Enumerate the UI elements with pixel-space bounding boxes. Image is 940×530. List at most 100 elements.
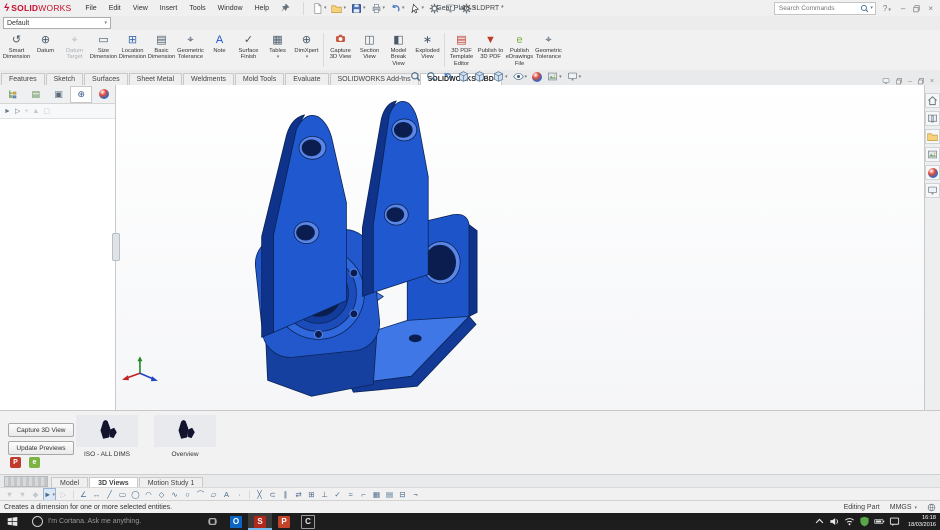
sketch-picture-tool[interactable]: ▤ bbox=[384, 489, 395, 500]
fillet-tool[interactable]: ⌒ bbox=[195, 489, 206, 500]
tab-weldments[interactable]: Weldments bbox=[183, 73, 234, 85]
help-button[interactable]: ?▾ bbox=[880, 4, 894, 13]
save-button[interactable]: ▾ bbox=[349, 2, 368, 15]
menu-tools[interactable]: Tools bbox=[183, 4, 211, 13]
filter-add-icon[interactable]: + bbox=[24, 108, 28, 115]
doc-maximize-button[interactable] bbox=[917, 77, 925, 85]
dimxpertmanager-tab[interactable]: ⊕ bbox=[70, 85, 93, 103]
doc-minimize-button[interactable]: – bbox=[908, 78, 912, 85]
search-icon[interactable] bbox=[860, 4, 869, 13]
featuremanager-tab[interactable] bbox=[2, 86, 24, 103]
previous-view-icon[interactable] bbox=[441, 71, 454, 82]
instant-2d-tool[interactable]: ⌐ bbox=[358, 489, 369, 500]
section-view-icon[interactable] bbox=[457, 71, 470, 82]
note-button[interactable]: A Note bbox=[205, 30, 234, 70]
lasso-select-tool[interactable]: ▷ bbox=[58, 489, 69, 500]
edit-appearance-icon[interactable] bbox=[531, 71, 543, 82]
zoom-to-area-icon[interactable] bbox=[425, 71, 438, 82]
cortana-search[interactable]: I'm Cortana. Ask me anything. bbox=[24, 513, 200, 530]
taskbar-outlook-icon[interactable]: O bbox=[224, 513, 248, 530]
task-view-button[interactable] bbox=[200, 513, 224, 530]
taskbar-clock[interactable]: 16:18 18/03/2016 bbox=[904, 515, 940, 529]
polygon-tool[interactable]: ◇ bbox=[156, 489, 167, 500]
datum-target-button[interactable]: ⌖ Datum Target bbox=[60, 30, 89, 70]
arc-tool[interactable]: ◠ bbox=[143, 489, 154, 500]
start-button[interactable] bbox=[0, 513, 24, 530]
size-dimension-button[interactable]: ▭ Size Dimension bbox=[89, 30, 118, 70]
filter-faces-tool[interactable]: ◆ bbox=[30, 489, 41, 500]
file-explorer-tab[interactable] bbox=[925, 129, 940, 144]
more-tools-button[interactable]: ¬ bbox=[410, 489, 421, 500]
model-break-view-button[interactable]: ◧ Model Break View bbox=[384, 30, 413, 70]
design-library-tab[interactable] bbox=[925, 111, 940, 126]
thumbnail-image[interactable] bbox=[154, 415, 216, 447]
antivirus-icon[interactable] bbox=[859, 516, 870, 527]
rectangle-tool[interactable]: ▭ bbox=[117, 489, 128, 500]
geometric-tolerance-button[interactable]: ⌖ Geometric Tolerance bbox=[176, 30, 205, 70]
location-dimension-button[interactable]: ⊞ Location Dimension bbox=[118, 30, 147, 70]
options-button[interactable]: ▾ bbox=[459, 2, 478, 15]
trim-entities-tool[interactable]: ╳ bbox=[254, 489, 265, 500]
tab-mold-tools[interactable]: Mold Tools bbox=[234, 73, 285, 85]
file-properties-button[interactable] bbox=[443, 2, 458, 15]
display-relations-tool[interactable]: ✓ bbox=[332, 489, 343, 500]
taskbar-powerpoint-icon[interactable]: P bbox=[272, 513, 296, 530]
move-entities-tool[interactable]: ⊥ bbox=[319, 489, 330, 500]
filter-flag-icon[interactable]: ▷ bbox=[15, 107, 20, 115]
expand-arrow-icon[interactable]: ▸ bbox=[400, 73, 406, 81]
open-button[interactable]: ▾ bbox=[329, 2, 348, 15]
view-thumbnail-overview[interactable]: Overview bbox=[154, 415, 216, 458]
volume-icon[interactable] bbox=[829, 516, 840, 527]
circle-tool[interactable]: ◯ bbox=[130, 489, 141, 500]
text-tool[interactable]: A bbox=[221, 489, 232, 500]
update-previews-button[interactable]: Update Previews bbox=[8, 441, 74, 455]
print-button[interactable]: ▾ bbox=[369, 2, 388, 15]
view-palette-tab[interactable] bbox=[925, 147, 940, 162]
gear-plate-3d-model[interactable] bbox=[116, 85, 924, 409]
zoom-to-fit-icon[interactable] bbox=[409, 71, 422, 82]
search-commands-box[interactable]: ▾ bbox=[773, 1, 876, 15]
tab-scroll-area[interactable] bbox=[4, 476, 48, 487]
capture-3d-view-button[interactable]: Capture 3D View bbox=[8, 423, 74, 437]
tab-evaluate[interactable]: Evaluate bbox=[285, 73, 329, 85]
doc-restore-icon[interactable] bbox=[895, 77, 903, 85]
battery-icon[interactable] bbox=[874, 516, 885, 527]
tab-sketch[interactable]: Sketch bbox=[45, 73, 84, 85]
configuration-dropdown[interactable]: Default ▾ bbox=[3, 17, 111, 29]
view-thumbnail-iso[interactable]: ISO - ALL DIMS bbox=[76, 415, 138, 458]
hide-show-items-icon[interactable]: ▾ bbox=[512, 71, 529, 82]
spline-tool[interactable]: ∿ bbox=[169, 489, 180, 500]
propertymanager-tab[interactable]: ▤ bbox=[25, 86, 47, 103]
menu-view[interactable]: View bbox=[127, 4, 154, 13]
shaded-contours-tool[interactable]: ▦ bbox=[371, 489, 382, 500]
capture-3d-view-button[interactable]: Capture 3D View bbox=[326, 30, 355, 70]
view-orientation-icon[interactable]: ▾ bbox=[473, 71, 490, 82]
publish-3d-pdf-icon[interactable]: P bbox=[10, 457, 21, 468]
doc-close-button[interactable]: × bbox=[930, 78, 934, 85]
menu-edit[interactable]: Edit bbox=[103, 4, 127, 13]
units-selector[interactable]: MMGS ▾ bbox=[890, 504, 917, 511]
undo-button[interactable]: ▾ bbox=[388, 2, 407, 15]
sketch-tool[interactable]: ∠ bbox=[78, 489, 89, 500]
basic-dimension-button[interactable]: ▤ Basic Dimension bbox=[147, 30, 176, 70]
select-button[interactable]: ▾ bbox=[408, 2, 427, 15]
taskbar-solidworks-icon[interactable]: S bbox=[248, 513, 272, 530]
doc-window-icon[interactable] bbox=[882, 77, 890, 85]
restore-button[interactable] bbox=[912, 4, 921, 13]
close-button[interactable]: × bbox=[925, 4, 936, 13]
grid-settings-tool[interactable]: ⊟ bbox=[397, 489, 408, 500]
surface-finish-button[interactable]: ✓ Surface Finish bbox=[234, 30, 263, 70]
apply-scene-icon[interactable]: ▾ bbox=[546, 71, 563, 82]
network-icon[interactable] bbox=[844, 516, 855, 527]
dimxpert-button[interactable]: ⊕ DimXpert ▾ bbox=[292, 30, 321, 70]
filter-vertices-tool[interactable]: ▼ bbox=[4, 489, 15, 500]
minimize-button[interactable]: – bbox=[898, 4, 908, 13]
tab-sheet-metal[interactable]: Sheet Metal bbox=[128, 73, 183, 85]
smart-dimension-tool[interactable]: ↔ bbox=[91, 489, 102, 500]
publish-edrawings-icon[interactable]: e bbox=[29, 457, 40, 468]
taskbar-app-c-icon[interactable]: C bbox=[296, 513, 320, 530]
tables-button[interactable]: ▦ Tables ▾ bbox=[263, 30, 292, 70]
filter-expand-icon[interactable]: ▲ bbox=[32, 108, 39, 115]
display-style-icon[interactable]: ▾ bbox=[492, 71, 509, 82]
action-center-icon[interactable] bbox=[889, 516, 900, 527]
